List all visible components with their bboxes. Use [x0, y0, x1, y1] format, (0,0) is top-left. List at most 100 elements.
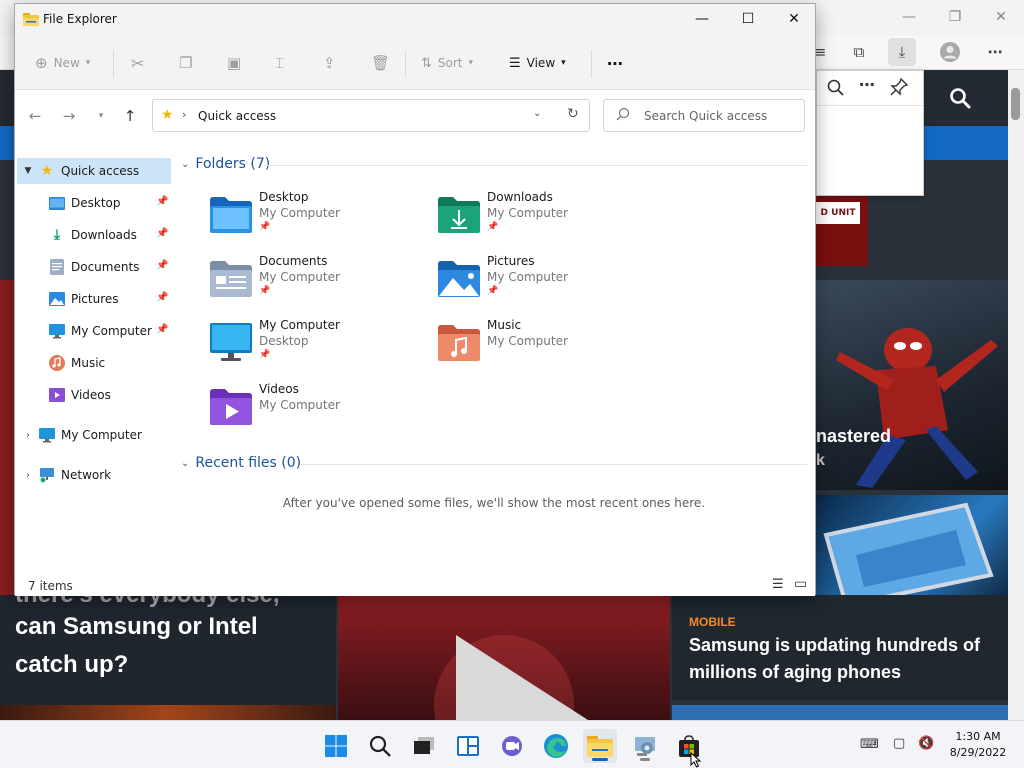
browser-close-button[interactable]: ✕ [978, 4, 1024, 30]
back-button[interactable]: ← [23, 104, 47, 128]
recent-files-section-header[interactable]: ⌄ Recent files (0) [181, 455, 301, 471]
widgets-button[interactable] [451, 729, 485, 763]
view-button[interactable]: ☰ View ▾ [509, 52, 566, 74]
browser-restore-button[interactable]: ❐ [932, 4, 978, 30]
folder-location: My Computer [259, 270, 340, 284]
article-card-left[interactable]: there's everybody else, can Samsung or I… [0, 595, 336, 705]
pictures-folder-icon [438, 261, 480, 297]
nav-item-pictures[interactable]: Pictures 📌 [17, 286, 171, 312]
monitor-icon [39, 427, 55, 443]
popup-more-icon[interactable]: ⋯ [859, 75, 875, 94]
videos-folder-icon [210, 389, 252, 425]
downloads-folder-icon [438, 197, 480, 233]
maximize-button[interactable]: ☐ [725, 4, 771, 34]
promo-button[interactable]: D UNIT [816, 202, 860, 224]
clock-date[interactable]: 8/29/2022 [946, 746, 1010, 759]
expand-chevron-icon[interactable]: ▼ [17, 166, 39, 176]
nav-item-downloads[interactable]: ⤓ Downloads 📌 [17, 222, 171, 248]
site-search-icon[interactable] [948, 86, 972, 110]
settings-more-icon[interactable]: ⋯ [981, 38, 1009, 66]
task-view-button[interactable] [407, 729, 441, 763]
video-article-image[interactable] [338, 595, 670, 720]
details-view-icon[interactable]: ☰ [772, 577, 784, 592]
folder-music[interactable]: Music My Computer [437, 318, 657, 374]
browser-scrollbar[interactable] [1008, 70, 1024, 720]
volume-muted-icon[interactable]: 🔇 [918, 736, 934, 751]
status-bar: 7 items ☰ ▭ [15, 574, 815, 596]
expand-chevron-icon[interactable]: › [17, 430, 39, 441]
folder-pictures[interactable]: Pictures My Computer 📌 [437, 254, 657, 310]
folder-desktop[interactable]: Desktop My Computer 📌 [209, 190, 429, 246]
copy-button[interactable]: ❐ [179, 52, 192, 74]
control-panel-button[interactable] [628, 729, 662, 763]
widgets-icon [457, 736, 479, 756]
minimize-button[interactable]: — [679, 4, 725, 34]
network-status-icon[interactable]: ▢ [893, 736, 905, 751]
nav-my-computer[interactable]: › My Computer [17, 422, 171, 448]
folder-location: My Computer [487, 270, 568, 284]
forward-button[interactable]: → [57, 104, 81, 128]
cut-button[interactable]: ✂ [131, 52, 144, 74]
teams-chat-button[interactable] [495, 729, 529, 763]
rename-button[interactable]: ⌶ [275, 52, 284, 74]
up-button[interactable]: ↑ [118, 104, 142, 128]
clock-time[interactable]: 1:30 AM [946, 730, 1010, 743]
share-button[interactable]: ⇪ [323, 52, 336, 74]
sort-button[interactable]: ⇅ Sort ▾ [421, 52, 473, 74]
address-bar[interactable]: ★ › Quick access ⌄ ↻ [152, 99, 590, 132]
nav-quick-access[interactable]: ▼ ★ Quick access [17, 158, 171, 184]
edge-browser-button[interactable] [539, 729, 573, 763]
close-button[interactable]: ✕ [771, 4, 817, 34]
keyboard-icon[interactable]: ⌨ [860, 737, 879, 752]
address-location[interactable]: Quick access [198, 109, 276, 123]
folder-location: My Computer [259, 206, 340, 220]
article-image-strip [0, 705, 336, 720]
folder-my-computer[interactable]: My Computer Desktop 📌 [209, 318, 429, 374]
downloads-icon[interactable]: ⤓ [888, 38, 916, 66]
see-more-button[interactable]: ⋯ [607, 52, 623, 74]
profile-icon[interactable] [936, 38, 964, 66]
nav-item-documents[interactable]: Documents 📌 [17, 254, 171, 280]
paste-button[interactable]: ▣ [227, 52, 241, 74]
folder-videos[interactable]: Videos My Computer [209, 382, 429, 438]
left-image-strip [0, 280, 14, 600]
folder-documents[interactable]: Documents My Computer 📌 [209, 254, 429, 310]
recent-locations-button[interactable]: ▾ [89, 104, 113, 128]
folder-location: My Computer [487, 206, 568, 220]
folders-section-header[interactable]: ⌄ Folders (7) [181, 156, 270, 172]
phone-article-image[interactable] [816, 495, 1008, 610]
collections-icon[interactable]: ⧉ [845, 38, 873, 66]
start-button[interactable] [319, 729, 353, 763]
article-card-right[interactable]: MOBILE Samsung is updating hundreds of m… [672, 595, 1008, 700]
nav-item-my-computer[interactable]: My Computer 📌 [17, 318, 171, 344]
chevron-down-icon: ▾ [85, 58, 91, 68]
separator [591, 50, 592, 78]
monitor-icon [49, 323, 65, 339]
nav-item-music[interactable]: Music [17, 350, 171, 376]
browser-scroll-thumb[interactable] [1011, 88, 1020, 120]
pin-icon: 📌 [156, 324, 169, 335]
article-category: MOBILE [689, 615, 736, 629]
monitor-icon [210, 323, 252, 361]
large-icons-view-icon[interactable]: ▭ [794, 576, 807, 592]
pin-icon: 📌 [259, 350, 271, 360]
nav-item-videos[interactable]: Videos [17, 382, 171, 408]
delete-button[interactable]: 🗑 [371, 52, 390, 74]
chat-icon [502, 736, 522, 756]
popup-search-icon[interactable] [825, 77, 847, 99]
popup-pin-icon[interactable] [889, 77, 911, 99]
expand-chevron-icon[interactable]: › [17, 470, 39, 481]
explorer-titlebar[interactable]: File Explorer — ☐ ✕ [15, 4, 815, 36]
nav-network[interactable]: › Network [17, 462, 171, 488]
address-dropdown-icon[interactable]: ⌄ [533, 108, 541, 119]
spiderman-article-image[interactable]: nastered k [816, 280, 1008, 490]
taskbar-search-button[interactable] [363, 729, 397, 763]
browser-minimize-button[interactable]: — [886, 4, 932, 30]
nav-item-desktop[interactable]: Desktop 📌 [17, 190, 171, 216]
new-button[interactable]: ⊕ New ▾ [35, 52, 90, 74]
file-explorer-taskbar-button[interactable] [583, 729, 617, 763]
refresh-icon[interactable]: ↻ [567, 106, 579, 122]
folder-downloads[interactable]: Downloads My Computer 📌 [437, 190, 657, 246]
search-box[interactable]: Search Quick access [603, 99, 805, 132]
article-image-strip-2 [672, 705, 1008, 720]
